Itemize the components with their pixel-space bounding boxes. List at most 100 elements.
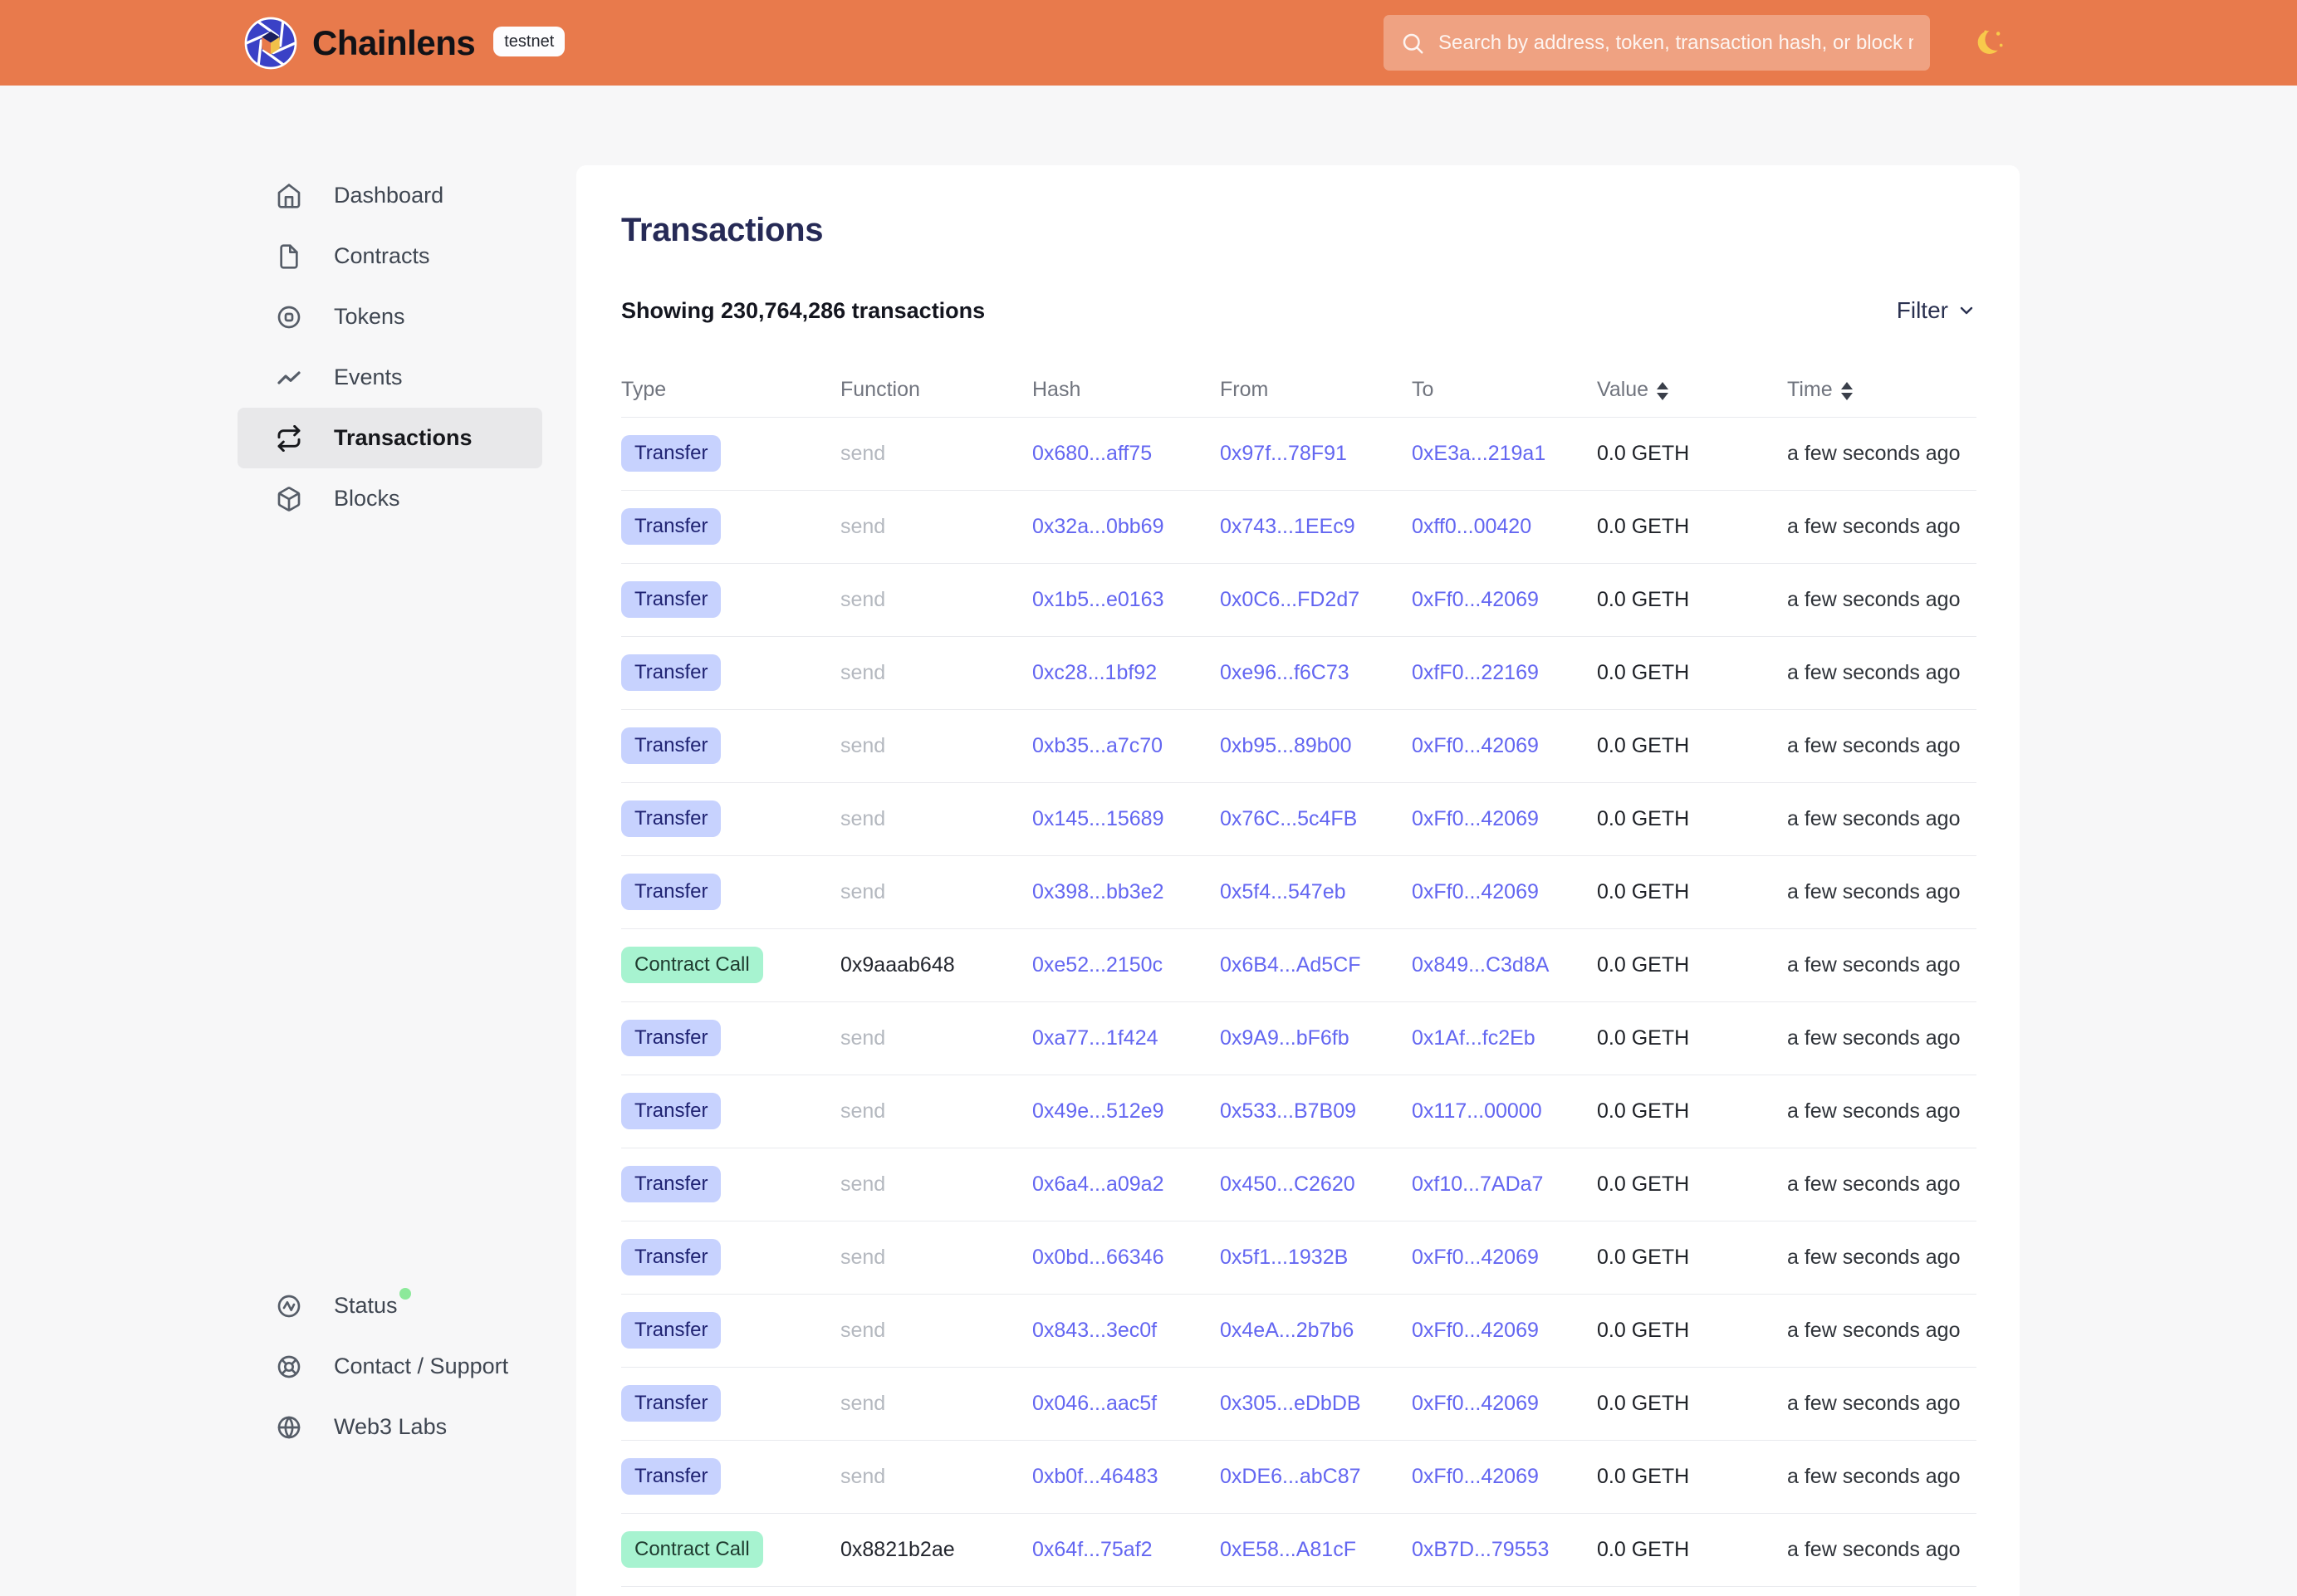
tx-to-link[interactable]: 0xff0...00420 <box>1412 515 1531 538</box>
tx-time: a few seconds ago <box>1787 734 1960 757</box>
sidebar-item-web3-labs[interactable]: Web3 Labs <box>238 1397 542 1457</box>
pulse-icon <box>276 1293 302 1319</box>
tx-hash-link[interactable]: 0x0bd...66346 <box>1032 1246 1163 1269</box>
tx-from-link[interactable]: 0x4eA...2b7b6 <box>1220 1319 1354 1342</box>
tx-hash-link[interactable]: 0x32a...0bb69 <box>1032 515 1163 538</box>
status-dot <box>399 1288 411 1300</box>
tx-hash-link[interactable]: 0xb35...a7c70 <box>1032 734 1163 757</box>
app: Chainlens testnet Dashboard <box>0 0 2297 1596</box>
tx-value: 0.0 GETH <box>1597 1026 1689 1050</box>
tx-time: a few seconds ago <box>1787 1173 1960 1196</box>
sidebar: Dashboard Contracts Tokens Events Transa… <box>238 165 542 1596</box>
tx-from-link[interactable]: 0xb95...89b00 <box>1220 734 1351 757</box>
tx-value: 0.0 GETH <box>1597 953 1689 977</box>
tx-hash-link[interactable]: 0x046...aac5f <box>1032 1392 1157 1415</box>
tx-hash-link[interactable]: 0x398...bb3e2 <box>1032 880 1163 903</box>
sidebar-item-dashboard[interactable]: Dashboard <box>238 165 542 226</box>
tx-time: a few seconds ago <box>1787 1465 1960 1488</box>
tx-to-link[interactable]: 0x1Af...fc2Eb <box>1412 1026 1535 1050</box>
tx-hash-link[interactable]: 0xa77...1f424 <box>1032 1026 1158 1050</box>
tx-from-link[interactable]: 0x97f...78F91 <box>1220 442 1347 465</box>
tx-function: send <box>840 661 885 684</box>
tx-to-link[interactable]: 0xFf0...42069 <box>1412 588 1539 611</box>
tx-to-link[interactable]: 0xf10...7ADa7 <box>1412 1173 1543 1196</box>
tx-hash-link[interactable]: 0x843...3ec0f <box>1032 1319 1157 1342</box>
tx-function: 0x8821b2ae <box>840 1538 955 1561</box>
sidebar-item-label: Transactions <box>334 425 473 451</box>
sort-icon[interactable] <box>1841 381 1853 401</box>
tx-to-link[interactable]: 0xB7D...79553 <box>1412 1538 1549 1561</box>
tx-to-link[interactable]: 0x849...C3d8A <box>1412 953 1549 977</box>
tx-to-link[interactable]: 0xFf0...42069 <box>1412 1392 1539 1415</box>
sidebar-item-status[interactable]: Status <box>238 1275 542 1336</box>
tx-to-link[interactable]: 0xFf0...42069 <box>1412 1246 1539 1269</box>
tx-to-link[interactable]: 0xFf0...42069 <box>1412 1319 1539 1342</box>
tx-time: a few seconds ago <box>1787 442 1960 465</box>
filter-button[interactable]: Filter <box>1897 297 1976 324</box>
table-row: Contract Call 0x9aaab648 0xe52...2150c 0… <box>621 928 1976 1001</box>
column-header-from: From <box>1220 364 1412 417</box>
tx-type-badge: Transfer <box>621 654 721 691</box>
tx-to-link[interactable]: 0xFf0...42069 <box>1412 807 1539 830</box>
tx-to-link[interactable]: 0xfF0...22169 <box>1412 661 1539 684</box>
tx-time: a few seconds ago <box>1787 588 1960 611</box>
tx-value: 0.0 GETH <box>1597 442 1689 465</box>
tx-time: a few seconds ago <box>1787 1246 1960 1269</box>
tx-hash-link[interactable]: 0xb0f...46483 <box>1032 1465 1158 1488</box>
tx-value: 0.0 GETH <box>1597 661 1689 684</box>
tx-to-link[interactable]: 0xFf0...42069 <box>1412 1465 1539 1488</box>
tx-function: send <box>840 442 885 465</box>
tx-from-link[interactable]: 0x76C...5c4FB <box>1220 807 1357 830</box>
tx-from-link[interactable]: 0x533...B7B09 <box>1220 1099 1356 1123</box>
sidebar-item-transactions[interactable]: Transactions <box>238 408 542 468</box>
tx-hash-link[interactable]: 0xc28...1bf92 <box>1032 661 1157 684</box>
home-icon <box>276 183 302 209</box>
tx-from-link[interactable]: 0xe96...f6C73 <box>1220 661 1349 684</box>
tx-function: send <box>840 1173 885 1196</box>
table-row: Transfer send 0x49e...512e9 0x533...B7B0… <box>621 1075 1976 1148</box>
tx-hash-link[interactable]: 0x1b5...e0163 <box>1032 588 1163 611</box>
lifebuoy-icon <box>276 1354 302 1380</box>
moon-icon <box>1974 25 2009 60</box>
sidebar-item-contact-support[interactable]: Contact / Support <box>238 1336 542 1397</box>
tx-from-link[interactable]: 0xE58...A81cF <box>1220 1538 1356 1561</box>
dark-mode-toggle[interactable] <box>1973 25 2010 61</box>
tx-hash-link[interactable]: 0x6a4...a09a2 <box>1032 1173 1163 1196</box>
tx-time: a few seconds ago <box>1787 1392 1960 1415</box>
table-row: Transfer send 0x145...15689 0x76C...5c4F… <box>621 782 1976 855</box>
search-input[interactable] <box>1438 32 1913 55</box>
sidebar-item-tokens[interactable]: Tokens <box>238 286 542 347</box>
tx-from-link[interactable]: 0x305...eDbDB <box>1220 1392 1361 1415</box>
tx-time: a few seconds ago <box>1787 807 1960 830</box>
globe-icon <box>276 1414 302 1441</box>
global-search[interactable] <box>1384 15 1930 71</box>
brand[interactable]: Chainlens testnet <box>244 17 565 70</box>
column-header-value[interactable]: Value <box>1597 364 1787 417</box>
tx-from-link[interactable]: 0x450...C2620 <box>1220 1173 1355 1196</box>
tx-from-link[interactable]: 0x9A9...bF6fb <box>1220 1026 1349 1050</box>
tx-from-link[interactable]: 0x5f1...1932B <box>1220 1246 1348 1269</box>
sidebar-item-events[interactable]: Events <box>238 347 542 408</box>
tx-from-link[interactable]: 0x0C6...FD2d7 <box>1220 588 1359 611</box>
tx-to-link[interactable]: 0xFf0...42069 <box>1412 880 1539 903</box>
tx-from-link[interactable]: 0xDE6...abC87 <box>1220 1465 1361 1488</box>
tx-hash-link[interactable]: 0x680...aff75 <box>1032 442 1152 465</box>
column-header-time[interactable]: Time <box>1787 364 1976 417</box>
tx-to-link[interactable]: 0xE3a...219a1 <box>1412 442 1545 465</box>
tx-from-link[interactable]: 0x5f4...547eb <box>1220 880 1346 903</box>
tx-hash-link[interactable]: 0x64f...75af2 <box>1032 1538 1153 1561</box>
sort-icon[interactable] <box>1657 381 1668 401</box>
network-badge: testnet <box>493 27 565 56</box>
tx-to-link[interactable]: 0xFf0...42069 <box>1412 734 1539 757</box>
tx-hash-link[interactable]: 0x145...15689 <box>1032 807 1163 830</box>
sidebar-item-blocks[interactable]: Blocks <box>238 468 542 529</box>
tx-time: a few seconds ago <box>1787 1026 1960 1050</box>
tx-from-link[interactable]: 0x743...1EEc9 <box>1220 515 1355 538</box>
tx-to-link[interactable]: 0x117...00000 <box>1412 1099 1542 1123</box>
sidebar-item-contracts[interactable]: Contracts <box>238 226 542 286</box>
tx-hash-link[interactable]: 0x49e...512e9 <box>1032 1099 1163 1123</box>
tx-from-link[interactable]: 0x6B4...Ad5CF <box>1220 953 1361 977</box>
sidebar-item-label: Tokens <box>334 304 405 330</box>
tx-hash-link[interactable]: 0xe52...2150c <box>1032 953 1163 977</box>
sidebar-item-label: Web3 Labs <box>334 1414 447 1440</box>
